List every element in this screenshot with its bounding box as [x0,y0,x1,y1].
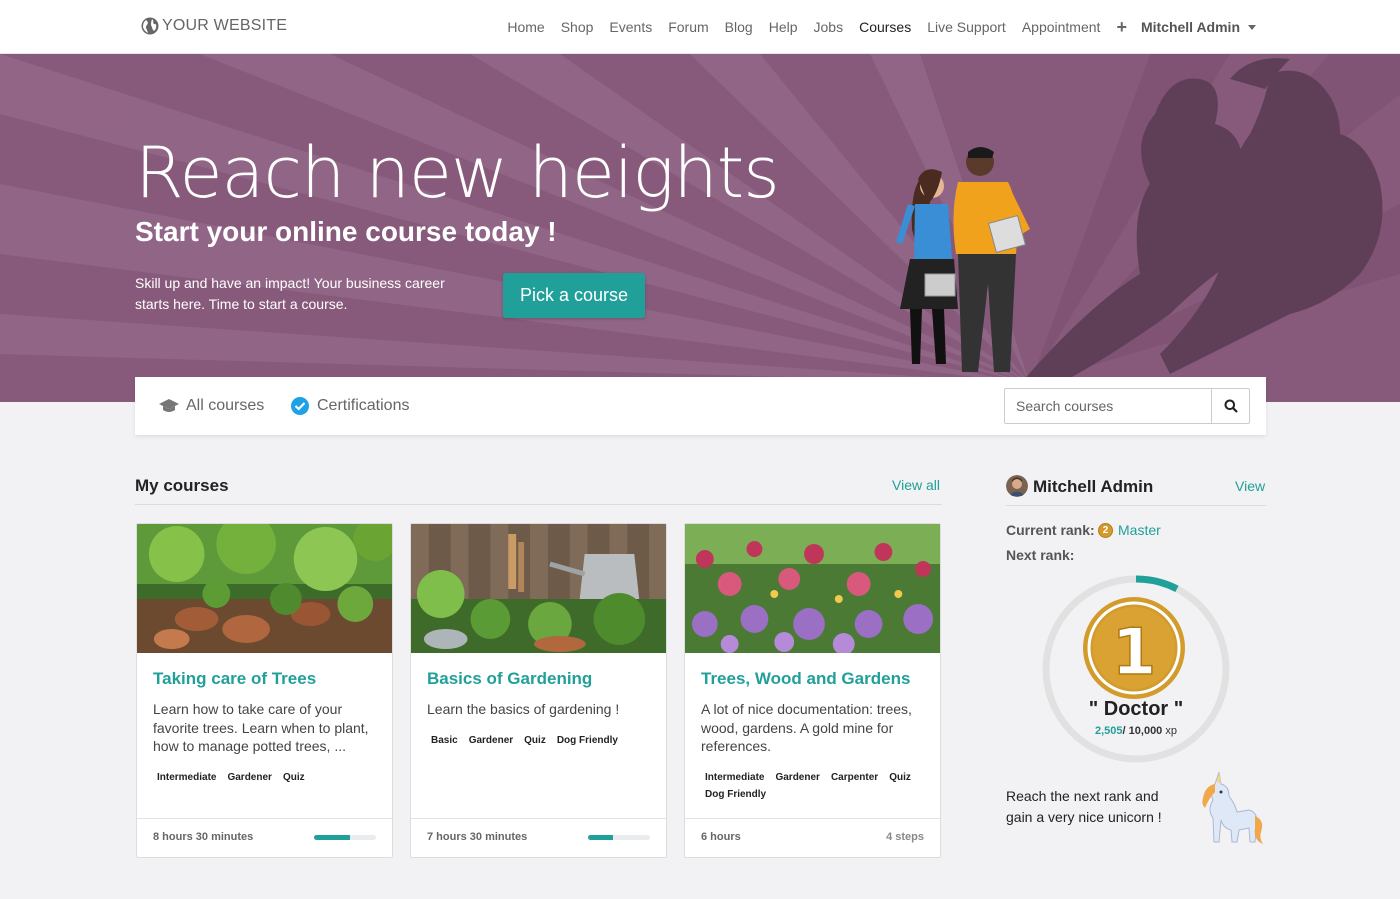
nav-blog[interactable]: Blog [717,19,761,35]
profile-view-link[interactable]: View [1235,478,1265,494]
nav-events[interactable]: Events [601,19,660,35]
course-tags: Intermediate Gardener Carpenter Quiz Dog… [701,770,931,802]
course-title[interactable]: Trees, Wood and Gardens [701,669,910,689]
tag[interactable]: Quiz [279,770,309,785]
course-footer: 7 hours 30 minutes [411,818,666,857]
course-image-flowers [685,524,940,653]
search-box [1004,388,1250,424]
hero-people-illustration [896,58,1383,394]
xp-total: 10,000 [1128,725,1163,737]
course-filter-bar: All courses Certifications [135,377,1266,435]
all-courses-tab[interactable]: All courses [159,396,264,416]
course-progress-fill [588,835,613,840]
course-duration: 8 hours 30 minutes [153,831,254,843]
search-icon [1224,399,1238,413]
next-rank-label: Next rank: [1006,547,1075,563]
nav-help[interactable]: Help [761,19,806,35]
view-all-link[interactable]: View all [892,477,940,493]
xp-counter: 2,505/ 10,000 xp [1095,725,1177,737]
certifications-label: Certifications [317,397,410,414]
check-badge-icon [291,397,309,415]
course-tags: Basic Gardener Quiz Dog Friendly [427,733,657,748]
course-description: Learn the basics of gardening ! [427,701,620,717]
nav-jobs[interactable]: Jobs [806,19,852,35]
profile-name: Mitchell Admin [1033,477,1154,496]
tag[interactable]: Basic [427,733,462,748]
course-card[interactable]: Basics of Gardening Learn the basics of … [410,523,667,858]
search-button[interactable] [1211,389,1249,423]
tag[interactable]: Intermediate [153,770,220,785]
logo-text: YOUR WEBSITE [162,17,288,34]
avatar [1006,475,1028,497]
website-logo[interactable]: YOUR WEBSITE [140,16,287,36]
tag[interactable]: Gardener [223,770,275,785]
pick-course-button[interactable]: Pick a course [503,273,645,318]
course-image-trees [137,524,392,653]
current-rank-name: Master [1118,522,1161,538]
course-steps: 4 steps [886,831,924,843]
course-title[interactable]: Taking care of Trees [153,669,316,689]
tag[interactable]: Quiz [520,733,550,748]
course-card[interactable]: Trees, Wood and Gardens A lot of nice do… [684,523,941,858]
reach-next-rank-text: Reach the next rank and gain a very nice… [1006,788,1162,825]
course-image-gardening [411,524,666,653]
tag[interactable]: Intermediate [701,770,768,785]
profile-divider [1006,505,1266,506]
tag[interactable]: Gardener [771,770,823,785]
tag[interactable]: Quiz [885,770,915,785]
current-rank[interactable]: 2 Master [1098,522,1161,538]
next-rank-name: " Doctor " [1088,698,1184,720]
tag[interactable]: Gardener [465,733,517,748]
tag[interactable]: Dog Friendly [553,733,622,748]
nav-courses[interactable]: Courses [851,19,919,35]
certifications-tab[interactable]: Certifications [290,396,409,416]
course-footer: 8 hours 30 minutes [137,818,392,857]
gold-medal-icon: 1 [1083,597,1185,699]
course-progress-bar [314,835,376,840]
hero-title: Reach new heights [135,132,780,214]
hero-subtitle: Start your online course today ! [135,216,557,247]
hero-text: Skill up and have an impact! Your busine… [135,275,445,312]
course-progress-bar [588,835,650,840]
nav-live-support[interactable]: Live Support [919,19,1014,35]
globe-icon [141,17,159,35]
course-tags: Intermediate Gardener Quiz [153,770,383,785]
unicorn-icon [1202,772,1263,844]
nav-forum[interactable]: Forum [660,19,716,35]
nav-appointment[interactable]: Appointment [1014,19,1109,35]
course-description: A lot of nice documentation: trees, wood… [701,701,912,754]
top-navbar: YOUR WEBSITE Home Shop Events Forum Blog… [0,0,1400,54]
my-courses-title: My courses [135,476,229,495]
all-courses-label: All courses [186,397,265,414]
tag[interactable]: Dog Friendly [701,787,770,802]
plus-icon[interactable]: + [1108,17,1135,38]
hero-banner: Reach new heights Start your online cour… [0,54,1400,402]
course-description: Learn how to take care of your favorite … [153,701,369,754]
user-name: Mitchell Admin [1140,19,1240,35]
nav-home[interactable]: Home [499,19,552,35]
current-rank-label: Current rank: [1006,522,1095,538]
tag[interactable]: Carpenter [827,770,882,785]
course-duration: 7 hours 30 minutes [427,831,528,843]
section-divider [135,504,942,505]
course-footer: 6 hours 4 steps [685,818,940,857]
course-duration: 6 hours [701,831,741,843]
next-rank-number: 1 [1112,616,1157,690]
course-card[interactable]: Taking care of Trees Learn how to take c… [136,523,393,858]
caret-down-icon [1248,24,1256,30]
search-input[interactable] [1005,389,1212,423]
xp-current: 2,505 [1095,725,1123,737]
graduation-cap-icon [159,399,179,412]
xp-unit: xp [1165,725,1177,737]
course-title[interactable]: Basics of Gardening [427,669,592,689]
nav-menu: Home Shop Events Forum Blog Help Jobs Co… [499,0,1256,54]
nav-shop[interactable]: Shop [553,19,602,35]
course-progress-fill [314,835,350,840]
silver-medal-icon: 2 [1098,522,1113,538]
user-menu[interactable]: Mitchell Admin [1135,19,1256,35]
